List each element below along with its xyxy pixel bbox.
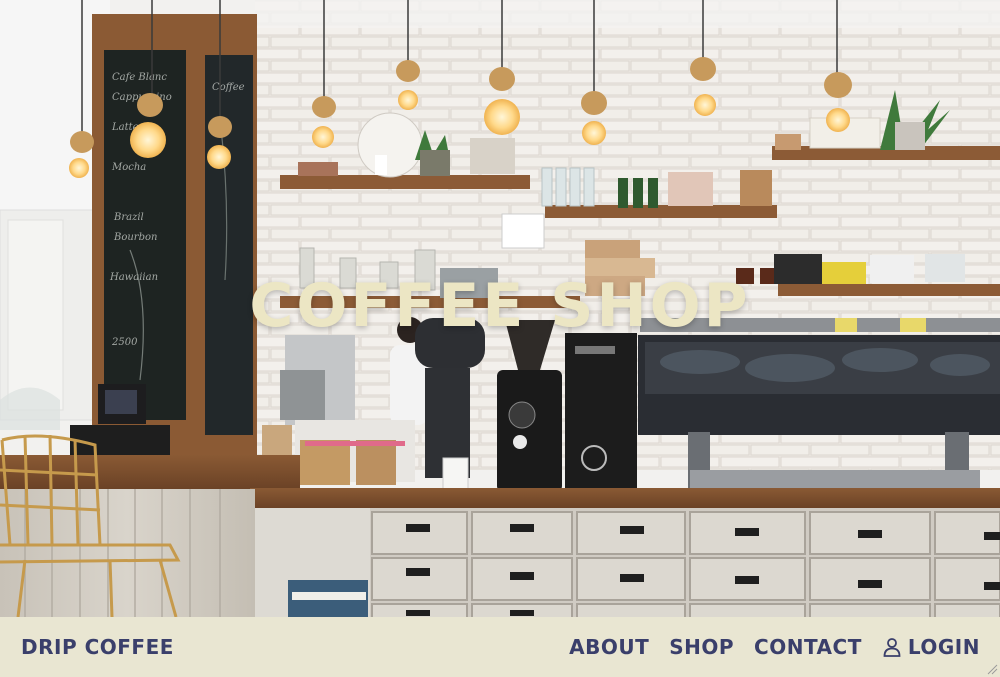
svg-text:Cafe Blanc: Cafe Blanc — [112, 72, 167, 83]
nav-links: ABOUT SHOP CONTACT LOGIN — [569, 635, 980, 659]
svg-text:Bourbon: Bourbon — [113, 232, 157, 243]
brand-logo-link[interactable]: DRIP COFFEE — [21, 635, 174, 659]
nav-link-contact[interactable]: CONTACT — [754, 635, 862, 659]
hero-section: Cafe Blanc Cappuccino Latte Mocha Brazil… — [0, 0, 1000, 617]
svg-text:Mocha: Mocha — [111, 162, 146, 173]
nav-link-contact-label: CONTACT — [754, 635, 862, 659]
hero-title: COFFEE SHOP — [249, 271, 751, 341]
nav-link-login[interactable]: LOGIN — [882, 635, 980, 659]
resize-grip-icon[interactable] — [986, 663, 998, 675]
nav-link-about-label: ABOUT — [569, 635, 650, 659]
bottom-navbar: DRIP COFFEE ABOUT SHOP CONTACT LOGIN — [0, 617, 1000, 677]
svg-text:Brazil: Brazil — [113, 212, 144, 223]
nav-link-shop[interactable]: SHOP — [669, 635, 734, 659]
nav-link-about[interactable]: ABOUT — [569, 635, 649, 659]
user-icon — [882, 637, 902, 657]
nav-link-shop-label: SHOP — [669, 635, 735, 659]
svg-text:Coffee: Coffee — [212, 82, 245, 93]
nav-link-login-label: LOGIN — [907, 635, 980, 659]
page: Cafe Blanc Cappuccino Latte Mocha Brazil… — [0, 0, 1000, 677]
